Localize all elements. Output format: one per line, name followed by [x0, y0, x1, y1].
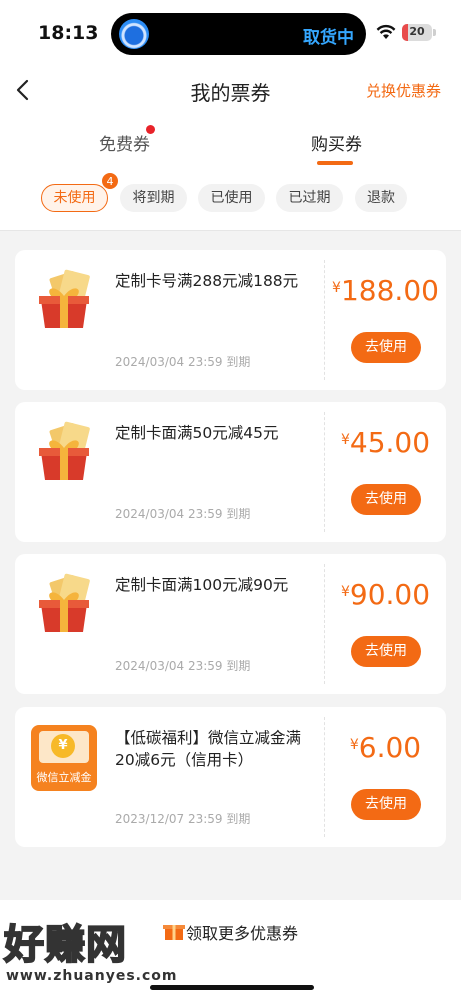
coupon-title: 定制卡号满288元减188元 — [115, 272, 299, 290]
coupon-expiry: 2024/03/04 23:59 到期 — [115, 355, 251, 369]
coupon-type-tabs: 免费券 购买券 — [0, 120, 461, 170]
status-bar: 18:13 取货中 20 — [0, 0, 461, 66]
tab-free-coupons[interactable]: 免费券 — [99, 130, 150, 155]
filter-expired[interactable]: 已过期 — [276, 184, 343, 212]
status-time: 18:13 — [38, 22, 99, 44]
coupon-expiry: 2024/03/04 23:59 到期 — [115, 507, 251, 521]
coupon-title: 定制卡面满50元减45元 — [115, 424, 279, 442]
coupon-price: ¥90.00 — [325, 578, 446, 611]
coupon-amount: 45.00 — [349, 426, 431, 459]
status-filters: 未使用 4 将到期 已使用 已过期 退款 — [0, 172, 461, 214]
wechat-coupon-icon: ¥ 微信立减金 — [31, 725, 97, 791]
delivery-app-icon — [119, 19, 149, 49]
coupon-card[interactable]: ¥ 微信立减金 【低碳福利】微信立减金满20减6元（信用卡） 2023/12/0… — [15, 707, 446, 847]
nav-bar: 我的票券 兑换优惠券 — [0, 66, 461, 118]
yuan-coin-icon: ¥ — [51, 734, 75, 758]
filter-refund[interactable]: 退款 — [355, 184, 407, 212]
live-activity-text: 取货中 — [303, 28, 354, 48]
coupon-title: 定制卡面满100元减90元 — [115, 576, 289, 594]
gift-icon — [163, 925, 185, 940]
home-indicator[interactable] — [150, 985, 314, 990]
coupon-card[interactable]: 定制卡号满288元减188元 2024/03/04 23:59 到期 ¥188.… — [15, 250, 446, 390]
coupon-card[interactable]: 定制卡面满50元减45元 2024/03/04 23:59 到期 ¥45.00 … — [15, 402, 446, 542]
filter-expiring[interactable]: 将到期 — [120, 184, 187, 212]
wifi-icon — [376, 24, 396, 39]
coupon-price: ¥188.00 — [325, 274, 446, 307]
use-coupon-button[interactable]: 去使用 — [351, 636, 421, 667]
battery-icon: 20 — [402, 24, 432, 41]
use-coupon-button[interactable]: 去使用 — [351, 789, 421, 820]
battery-level-text: 20 — [409, 25, 425, 38]
coupon-title: 【低碳福利】微信立减金满20减6元（信用卡） — [115, 729, 302, 769]
active-tab-indicator — [317, 161, 353, 165]
currency-symbol: ¥ — [340, 584, 350, 600]
watermark-url: www.zhuanyes.com — [6, 968, 178, 984]
filter-used[interactable]: 已使用 — [198, 184, 265, 212]
currency-symbol: ¥ — [340, 432, 350, 448]
coupon-price: ¥6.00 — [325, 731, 446, 764]
coupon-amount: 90.00 — [349, 578, 431, 611]
battery-cap — [433, 29, 436, 36]
unused-count-badge: 4 — [101, 172, 119, 190]
use-coupon-button[interactable]: 去使用 — [351, 332, 421, 363]
get-more-coupons-link[interactable]: 领取更多优惠券 — [186, 920, 298, 944]
currency-symbol: ¥ — [349, 737, 359, 753]
filter-unused[interactable]: 未使用 — [41, 184, 108, 212]
use-coupon-button[interactable]: 去使用 — [351, 484, 421, 515]
watermark-text: 好赚网 — [3, 921, 127, 969]
coupon-card[interactable]: 定制卡面满100元减90元 2024/03/04 23:59 到期 ¥90.00… — [15, 554, 446, 694]
currency-symbol: ¥ — [332, 280, 341, 296]
gift-box-icon — [39, 573, 90, 632]
gift-box-icon — [39, 269, 90, 328]
coupon-expiry: 2023/12/07 23:59 到期 — [115, 812, 251, 826]
coupon-amount: 188.00 — [340, 274, 439, 307]
coupon-list: 定制卡号满288元减188元 2024/03/04 23:59 到期 ¥188.… — [0, 230, 461, 900]
dynamic-island[interactable]: 取货中 — [111, 13, 366, 55]
coupon-amount: 6.00 — [358, 731, 422, 764]
exchange-coupon-link[interactable]: 兑换优惠券 — [366, 80, 441, 101]
gift-box-icon — [39, 421, 90, 480]
coupon-price: ¥45.00 — [325, 426, 446, 459]
coupon-expiry: 2024/03/04 23:59 到期 — [115, 659, 251, 673]
wechat-coupon-label: 微信立减金 — [36, 771, 92, 784]
notification-dot — [146, 125, 155, 134]
tab-purchased-coupons[interactable]: 购买券 — [311, 130, 362, 155]
